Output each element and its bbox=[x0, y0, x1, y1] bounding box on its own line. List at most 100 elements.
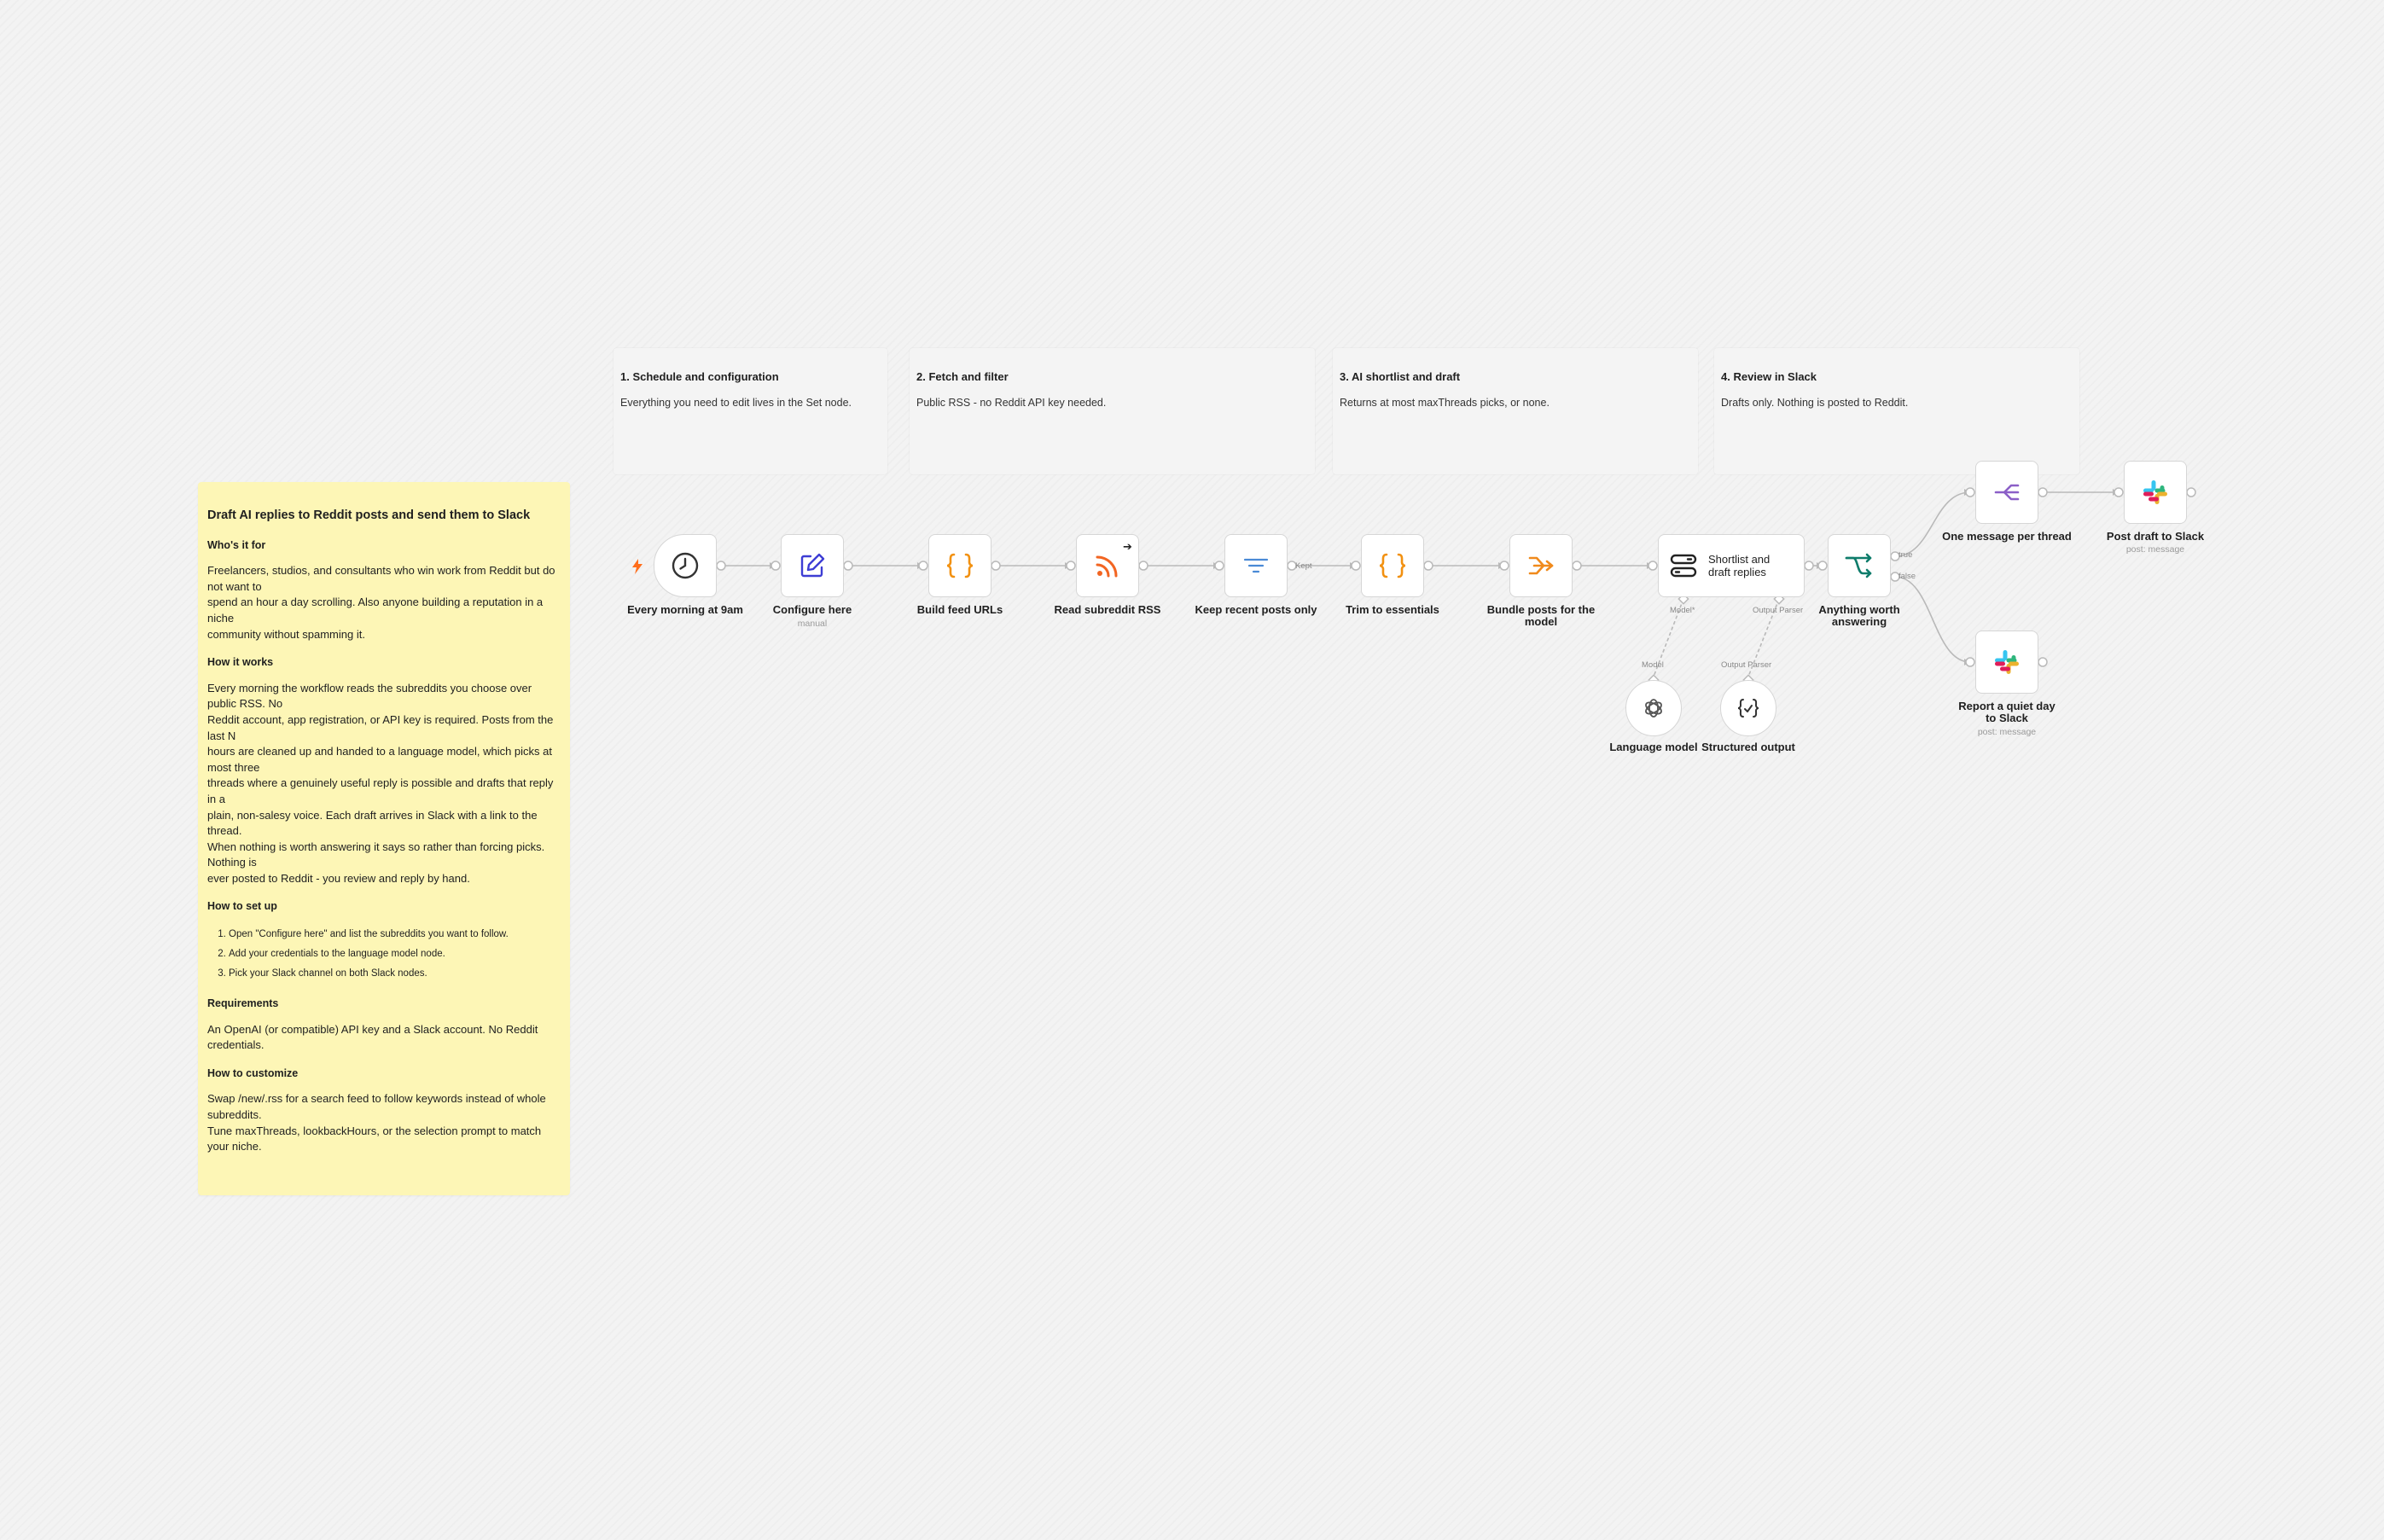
section-text: Returns at most maxThreads picks, or non… bbox=[1340, 397, 1550, 409]
node-label: Report a quiet day to Slack bbox=[1958, 700, 2055, 724]
how-text: Every morning the workflow reads the sub… bbox=[207, 681, 554, 885]
how-heading: How it works bbox=[207, 656, 274, 669]
code-braces-icon bbox=[1379, 553, 1406, 578]
node-label: Configure here bbox=[772, 603, 852, 616]
node-post-draft-slack[interactable] bbox=[2124, 461, 2187, 524]
node-port[interactable] bbox=[1572, 561, 1582, 571]
section-title: 1. Schedule and configuration bbox=[620, 370, 779, 383]
node-keep-recent-posts[interactable] bbox=[1224, 534, 1288, 597]
section-text: Public RSS - no Reddit API key needed. bbox=[916, 397, 1107, 409]
section-note-slack[interactable]: 4. Review in Slack Drafts only. Nothing … bbox=[1714, 348, 2079, 474]
section-text: Drafts only. Nothing is posted to Reddit… bbox=[1721, 397, 1909, 409]
customize-heading: How to customize bbox=[207, 1066, 299, 1079]
filter-icon bbox=[1243, 558, 1269, 573]
customize-text: Swap /new/.rss for a search feed to foll… bbox=[207, 1092, 546, 1154]
section-title: 3. AI shortlist and draft bbox=[1340, 370, 1461, 383]
node-label: Trim to essentials bbox=[1346, 603, 1439, 616]
split-out-icon bbox=[1994, 484, 2020, 501]
node-port[interactable] bbox=[2114, 487, 2124, 497]
requirements-heading: Requirements bbox=[207, 997, 279, 1010]
node-port[interactable] bbox=[2038, 657, 2048, 667]
node-port[interactable] bbox=[1066, 561, 1076, 571]
code-braces-icon bbox=[946, 553, 974, 578]
node-port[interactable] bbox=[843, 561, 853, 571]
node-report-quiet-day[interactable] bbox=[1975, 631, 2038, 694]
slack-icon bbox=[1995, 650, 2019, 674]
rss-icon bbox=[1096, 555, 1118, 578]
port-label-true: true bbox=[1898, 550, 1913, 560]
section-title: 2. Fetch and filter bbox=[916, 370, 1009, 383]
node-port[interactable] bbox=[2186, 487, 2196, 497]
trigger-bolt-icon bbox=[632, 559, 643, 574]
node-anything-worth-answering[interactable] bbox=[1828, 534, 1891, 597]
aggregate-icon bbox=[1528, 556, 1554, 575]
json-parser-icon bbox=[1737, 699, 1759, 718]
node-structured-output[interactable] bbox=[1720, 680, 1776, 736]
sticky-title: Draft AI replies to Reddit posts and sen… bbox=[207, 508, 531, 522]
port-label-model: Model* bbox=[1670, 606, 1695, 615]
pencil-edit-icon bbox=[800, 553, 825, 578]
port-label-kept: Kept bbox=[1295, 561, 1312, 571]
setup-step: Add your credentials to the language mod… bbox=[229, 944, 561, 964]
node-subtitle: manual bbox=[797, 619, 828, 629]
node-port[interactable] bbox=[918, 561, 928, 571]
sticky-note-overview[interactable]: Draft AI replies to Reddit posts and sen… bbox=[198, 482, 570, 1195]
node-port[interactable] bbox=[1965, 657, 1975, 667]
node-port[interactable] bbox=[1138, 561, 1148, 571]
section-note-schedule[interactable]: 1. Schedule and configuration Everything… bbox=[613, 348, 887, 474]
node-label: Build feed URLs bbox=[916, 603, 1003, 616]
node-label: Post draft to Slack bbox=[2106, 530, 2205, 543]
node-trim-essentials[interactable] bbox=[1361, 534, 1424, 597]
node-port[interactable] bbox=[991, 561, 1001, 571]
node-label: Anything worth answering bbox=[1818, 603, 1900, 628]
node-port[interactable] bbox=[1817, 561, 1828, 571]
node-split-per-thread[interactable] bbox=[1975, 461, 2038, 524]
section-text: Everything you need to edit lives in the… bbox=[620, 397, 852, 409]
node-label: One message per thread bbox=[1942, 530, 2072, 543]
port-label-model: Model bbox=[1642, 660, 1664, 670]
if-branch-icon bbox=[1845, 553, 1872, 578]
node-configure-here[interactable] bbox=[781, 534, 844, 597]
node-subtitle: post: message bbox=[1977, 727, 2037, 737]
node-label: Read subreddit RSS bbox=[1054, 603, 1161, 616]
agent-icon bbox=[1670, 554, 1697, 578]
who-heading: Who's it for bbox=[207, 538, 266, 551]
requirements-text: An OpenAI (or compatible) API key and a … bbox=[207, 1022, 538, 1052]
node-port[interactable] bbox=[716, 561, 726, 571]
setup-step: Pick your Slack channel on both Slack no… bbox=[229, 964, 561, 984]
node-port[interactable] bbox=[1214, 561, 1224, 571]
node-language-model[interactable] bbox=[1625, 680, 1682, 736]
node-label: Shortlist and draft replies bbox=[1708, 553, 1771, 578]
node-label: Structured output bbox=[1701, 741, 1795, 753]
node-port[interactable] bbox=[1965, 487, 1975, 497]
node-port[interactable] bbox=[1648, 561, 1658, 571]
connection-wire-true[interactable] bbox=[1894, 491, 1971, 557]
port-label-false: false bbox=[1898, 572, 1916, 581]
node-schedule-trigger[interactable] bbox=[654, 534, 717, 597]
node-label: Every morning at 9am bbox=[627, 603, 743, 616]
external-arrow-icon: ➔ bbox=[1123, 540, 1132, 553]
node-build-feed-urls[interactable] bbox=[928, 534, 991, 597]
node-port[interactable] bbox=[1423, 561, 1433, 571]
clock-icon bbox=[672, 552, 699, 579]
port-label-output-parser: Output Parser bbox=[1721, 660, 1772, 670]
node-label: Keep recent posts only bbox=[1195, 603, 1317, 616]
workflow-canvas[interactable]: 1. Schedule and configuration Everything… bbox=[0, 0, 2384, 1540]
setup-steps: Open "Configure here" and list the subre… bbox=[207, 925, 561, 984]
setup-heading: How to set up bbox=[207, 900, 277, 913]
node-port[interactable] bbox=[1499, 561, 1509, 571]
section-note-ai[interactable]: 3. AI shortlist and draft Returns at mos… bbox=[1333, 348, 1698, 474]
node-port[interactable] bbox=[2038, 487, 2048, 497]
section-title: 4. Review in Slack bbox=[1721, 370, 1817, 383]
openai-icon bbox=[1645, 699, 1662, 718]
node-port[interactable] bbox=[1804, 561, 1814, 571]
node-label: Bundle posts for the model bbox=[1486, 603, 1596, 628]
node-subtitle: post: message bbox=[2125, 544, 2185, 555]
slack-icon bbox=[2143, 480, 2167, 504]
who-text: Freelancers, studios, and consultants wh… bbox=[207, 564, 555, 641]
node-bundle-posts[interactable] bbox=[1509, 534, 1573, 597]
node-port[interactable] bbox=[1351, 561, 1361, 571]
node-port[interactable] bbox=[770, 561, 781, 571]
node-shortlist-draft-agent[interactable]: Shortlist and draft replies bbox=[1658, 534, 1805, 597]
section-note-fetch[interactable]: 2. Fetch and filter Public RSS - no Redd… bbox=[910, 348, 1315, 474]
